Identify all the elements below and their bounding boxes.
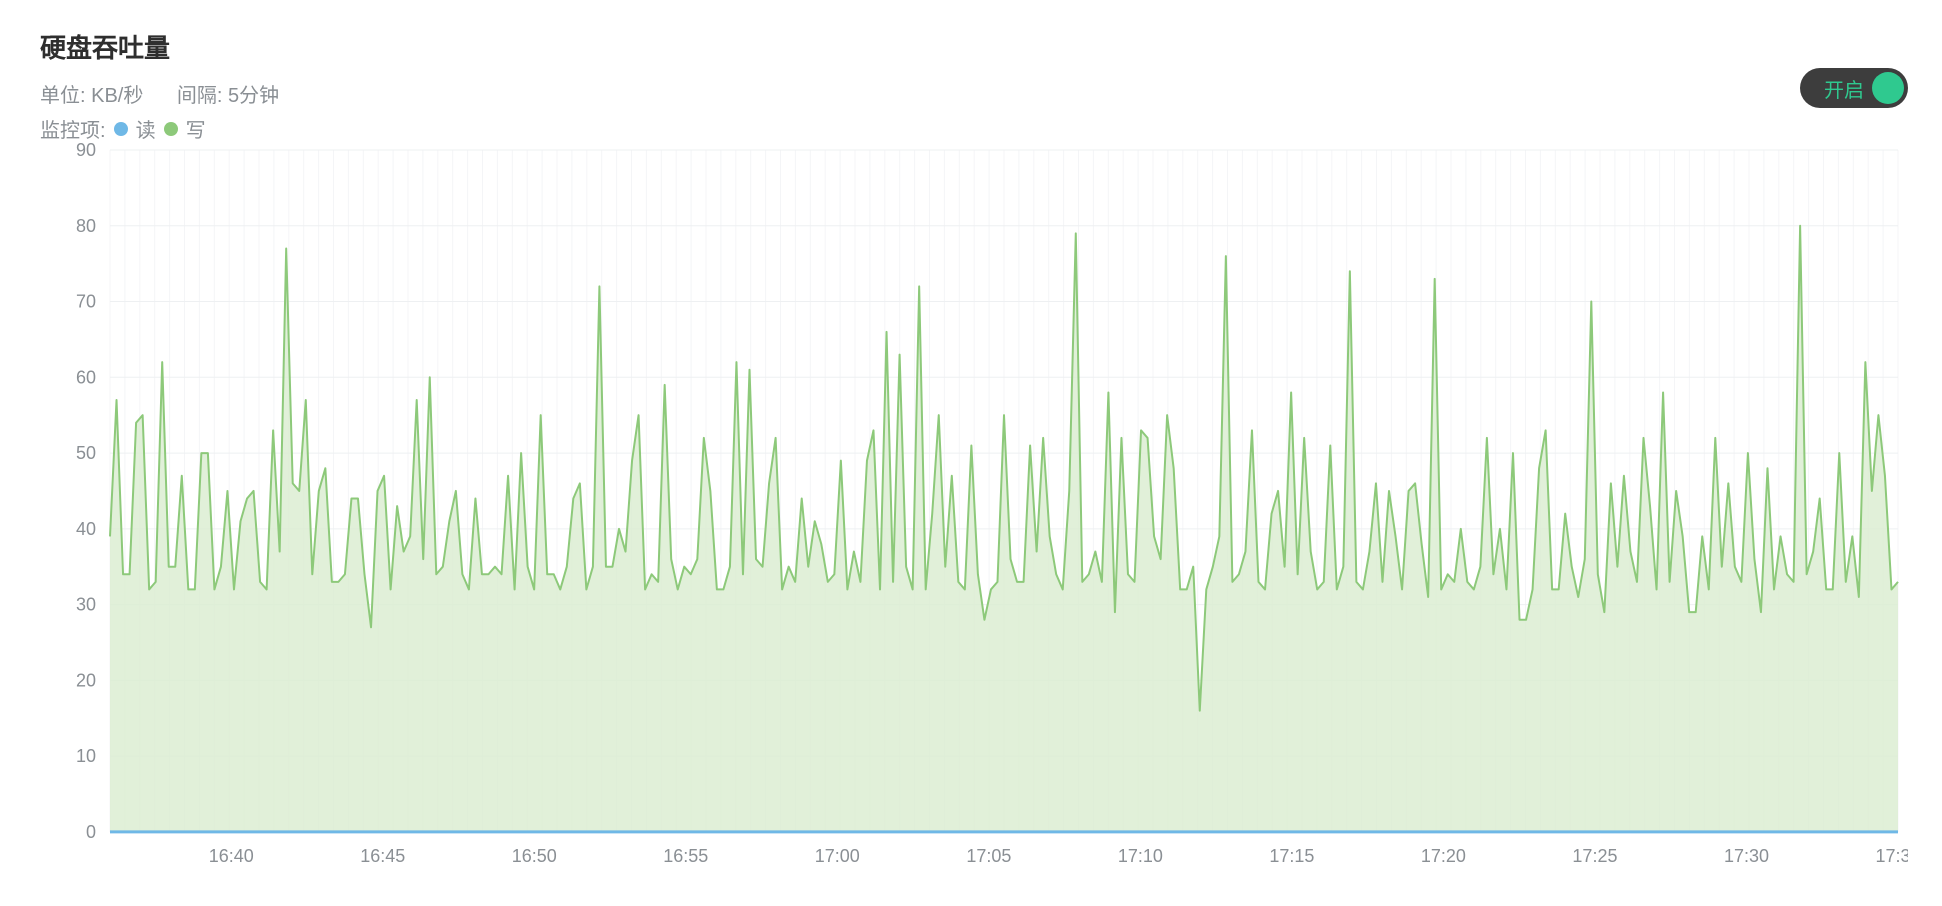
toggle-knob-icon [1872, 72, 1904, 104]
svg-text:17:20: 17:20 [1421, 846, 1466, 866]
legend-item-write: 写 [186, 114, 206, 143]
meta-row: 单位: KB/秒 间隔: 5分钟 [40, 79, 1908, 108]
svg-text:16:45: 16:45 [360, 846, 405, 866]
chart-svg: 0 10 20 30 40 50 60 70 80 90 16:40 16:45 16:50 16:55 1… [40, 140, 1908, 882]
legend-item-read: 读 [136, 114, 156, 143]
svg-text:70: 70 [76, 292, 96, 312]
svg-text:17:00: 17:00 [815, 846, 860, 866]
svg-text:20: 20 [76, 670, 96, 690]
svg-text:17:30: 17:30 [1724, 846, 1769, 866]
svg-text:80: 80 [76, 216, 96, 236]
panel-title: 硬盘吞吐量 [40, 28, 1908, 65]
chart-area: 0 10 20 30 40 50 60 70 80 90 16:40 16:45 16:50 16:55 1… [40, 140, 1908, 882]
svg-text:90: 90 [76, 140, 96, 160]
svg-text:50: 50 [76, 443, 96, 463]
svg-text:60: 60 [76, 367, 96, 387]
svg-text:16:50: 16:50 [512, 846, 557, 866]
interval-label: 间隔: 5分钟 [177, 85, 279, 107]
panel-header: 硬盘吞吐量 单位: KB/秒 间隔: 5分钟 监控项: 读 写 开启 [40, 28, 1908, 143]
svg-text:17:10: 17:10 [1118, 846, 1163, 866]
svg-text:17:25: 17:25 [1572, 846, 1617, 866]
svg-text:16:55: 16:55 [663, 846, 708, 866]
disk-throughput-panel: 硬盘吞吐量 单位: KB/秒 间隔: 5分钟 监控项: 读 写 开启 0 10 20… [0, 0, 1942, 906]
svg-text:16:40: 16:40 [209, 846, 254, 866]
svg-text:0: 0 [86, 822, 96, 842]
svg-text:17:35: 17:35 [1875, 846, 1908, 866]
swatch-read-icon [114, 122, 128, 136]
svg-text:17:15: 17:15 [1269, 846, 1314, 866]
swatch-write-icon [164, 122, 178, 136]
svg-text:10: 10 [76, 746, 96, 766]
svg-text:30: 30 [76, 595, 96, 615]
svg-text:40: 40 [76, 519, 96, 539]
legend-row: 监控项: 读 写 [40, 114, 1908, 143]
unit-label: 单位: KB/秒 [40, 85, 143, 107]
enable-toggle[interactable]: 开启 [1800, 68, 1908, 108]
svg-text:17:05: 17:05 [966, 846, 1011, 866]
toggle-label: 开启 [1824, 74, 1864, 103]
legend-label: 监控项: [40, 114, 106, 143]
